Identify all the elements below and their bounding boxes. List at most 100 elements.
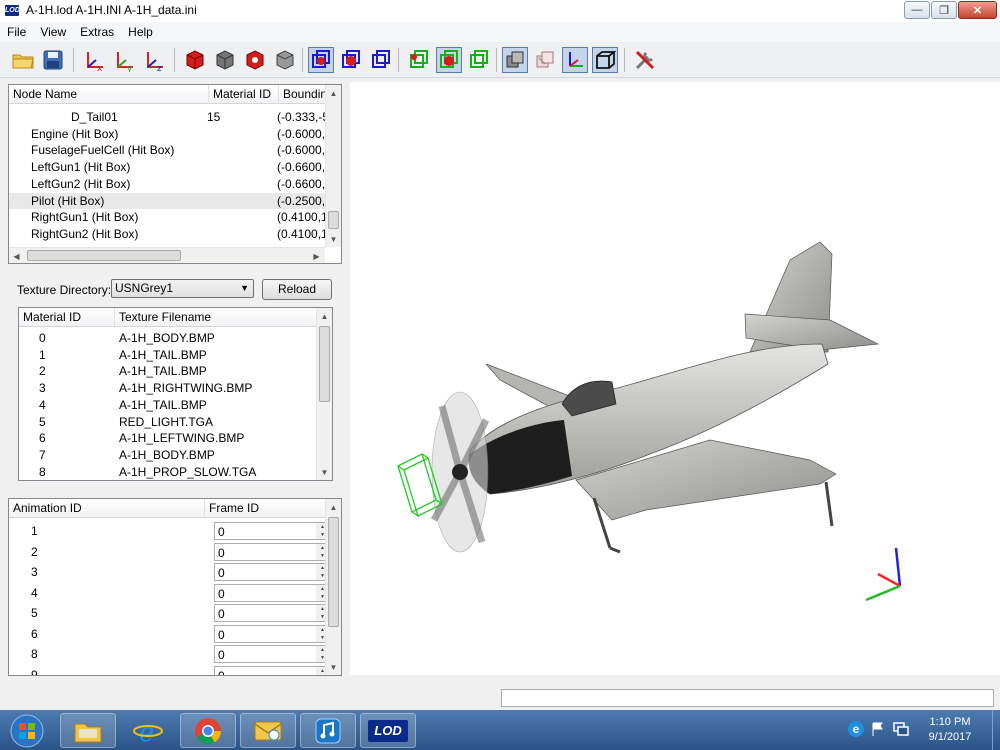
animation-table: Animation ID Frame ID 1 0 ▲ ▼ 2 0 ▲ ▼ 3 0 ▲ ▼ 4 0 ▲ ▼ 5 0… <box>8 498 342 676</box>
col-material-id[interactable]: Material ID <box>209 85 279 104</box>
col-material-id[interactable]: Material ID <box>19 308 115 327</box>
rotate-z-icon[interactable]: z <box>142 47 168 73</box>
render-lit-red-icon[interactable] <box>242 47 268 73</box>
table-row[interactable]: Engine (Hit Box) (-0.6000,2 <box>9 126 325 142</box>
table-row[interactable]: 2 A-1H_TAIL.BMP <box>19 363 317 379</box>
table-row[interactable]: 1 A-1H_TAIL.BMP <box>19 347 317 363</box>
table-row[interactable]: RightGun1 (Hit Box) (0.4100,1. <box>9 209 325 225</box>
table-row[interactable]: RightGun2 (Hit Box) (0.4100,1. <box>9 226 325 242</box>
frame-id-value: 0 <box>218 545 225 560</box>
axis-gizmo <box>865 547 902 602</box>
rotate-x-icon[interactable]: x <box>82 47 108 73</box>
table-row[interactable]: LeftGun1 (Hit Box) (-0.6600,1 <box>9 159 325 175</box>
table-row[interactable]: D_Tail01 15 (-0.333,-5 <box>9 109 325 125</box>
animation-table-vscroll[interactable]: ▲ ▼ <box>325 499 341 675</box>
animation-id-cell: 3 <box>31 565 38 579</box>
reload-button[interactable]: Reload <box>262 279 332 300</box>
render-solid-red-icon[interactable] <box>182 47 208 73</box>
show-desktop-button[interactable] <box>992 710 1000 750</box>
table-row: 9 0▲▼ <box>9 665 330 675</box>
rotate-y-icon[interactable]: y <box>112 47 138 73</box>
bbox-green-outline-icon[interactable] <box>466 47 492 73</box>
col-bounding[interactable]: Bounding <box>279 85 327 104</box>
frame-id-stepper[interactable]: 0▲▼ <box>214 522 330 540</box>
bbox-blue-outline-icon[interactable] <box>368 47 394 73</box>
bbox-red-blue-icon[interactable] <box>338 47 364 73</box>
file-explorer-icon[interactable] <box>60 713 116 748</box>
start-orb-icon[interactable] <box>2 713 52 748</box>
col-texture-filename[interactable]: Texture Filename <box>115 308 317 327</box>
bbox-blue-icon[interactable] <box>308 47 334 73</box>
texture-directory-label: Texture Directory: <box>17 283 112 297</box>
material-id-cell: 4 <box>39 397 46 412</box>
table-row: 6 0 ▲ ▼ <box>9 624 330 644</box>
window-title: A-1H.lod A-1H.INI A-1H_data.ini <box>26 3 197 17</box>
bounding-cell: (-0.6600,1 <box>277 176 325 191</box>
node-name-cell: RightGun2 (Hit Box) <box>31 226 139 241</box>
frame-id-stepper[interactable]: 0▲▼ <box>214 624 330 643</box>
clock-date: 9/1/2017 <box>928 731 972 743</box>
maximize-button[interactable]: ❐ <box>931 1 957 19</box>
table-row[interactable]: LeftGun2 (Hit Box) (-0.6600,1 <box>9 176 325 192</box>
render-solid-gray-icon[interactable] <box>212 47 238 73</box>
menu-view[interactable]: View <box>33 22 73 42</box>
menu-extras[interactable]: Extras <box>73 22 121 42</box>
node-table-hscroll[interactable]: ◀ ▶ <box>9 247 325 263</box>
menu-help[interactable]: Help <box>121 22 160 42</box>
table-row: 5 0 ▲ ▼ <box>9 604 330 623</box>
frame-id-stepper[interactable]: 0▲▼ <box>214 645 330 663</box>
table-row[interactable]: FuselageFuelCell (Hit Box) (-0.6000,- <box>9 142 325 158</box>
bounding-cell: (-0.6600,1 <box>277 160 325 175</box>
tools-icon[interactable] <box>632 47 658 73</box>
minimize-button[interactable]: — <box>904 1 930 19</box>
table-row[interactable]: 3 A-1H_RIGHTWING.BMP <box>19 380 317 396</box>
table-row[interactable]: 4 A-1H_TAIL.BMP <box>19 397 317 413</box>
material-id-cell <box>207 126 277 142</box>
render-lit-gray-icon[interactable] <box>272 47 298 73</box>
frame-id-value: 0 <box>218 607 225 621</box>
table-row[interactable]: Pilot (Hit Box) (-0.2500,4 <box>9 192 325 209</box>
axes-icon[interactable] <box>562 47 588 73</box>
material-id-cell: 5 <box>39 414 46 429</box>
system-clock[interactable]: 1:10 PM 9/1/2017 <box>920 716 980 743</box>
outlook-icon[interactable] <box>240 713 296 748</box>
close-button[interactable]: ✕ <box>958 1 997 19</box>
frame-id-stepper[interactable]: 0▲▼ <box>214 604 330 622</box>
col-frame-id[interactable]: Frame ID <box>205 499 327 518</box>
table-row[interactable]: 6 A-1H_LEFTWING.BMP <box>19 430 317 446</box>
view-shaded-icon[interactable] <box>502 47 528 73</box>
col-node-name[interactable]: Node Name <box>9 85 209 104</box>
save-icon[interactable] <box>40 47 66 73</box>
media-player-icon[interactable] <box>300 713 356 748</box>
texture-filename-cell: A-1H_TAIL.BMP <box>119 347 207 362</box>
network-icon[interactable] <box>892 721 910 737</box>
internet-explorer-icon[interactable]: e <box>120 713 176 748</box>
frame-id-stepper[interactable]: 0▲▼ <box>214 665 330 675</box>
texture-table-vscroll[interactable]: ▲ ▼ <box>316 308 332 480</box>
material-id-cell: 6 <box>39 431 46 446</box>
col-animation-id[interactable]: Animation ID <box>9 499 205 518</box>
frame-id-stepper[interactable]: 0▲▼ <box>214 583 330 602</box>
chrome-icon[interactable] <box>180 713 236 748</box>
table-row[interactable]: 5 RED_LIGHT.TGA <box>19 414 317 430</box>
view-texture-icon[interactable] <box>532 47 558 73</box>
3d-viewport[interactable] <box>350 82 1000 675</box>
action-center-flag-icon[interactable] <box>870 721 886 737</box>
frame-id-stepper[interactable]: 0▲▼ <box>214 542 330 561</box>
table-row[interactable]: 8 A-1H_PROP_SLOW.TGA <box>19 464 317 480</box>
svg-text:z: z <box>157 64 162 72</box>
bbox-red-green-icon[interactable] <box>436 47 462 73</box>
bbox-green-icon[interactable] <box>406 47 432 73</box>
open-folder-icon[interactable] <box>10 47 36 73</box>
table-row[interactable]: 0 A-1H_BODY.BMP <box>19 330 317 346</box>
texture-directory-select[interactable]: USNGrey1 ▼ <box>111 279 254 298</box>
table-row[interactable]: 7 A-1H_BODY.BMP <box>19 447 317 463</box>
material-id-cell: 1 <box>39 347 46 362</box>
node-table-vscroll[interactable]: ▲ ▼ <box>325 85 341 247</box>
cube-wireframe-icon[interactable] <box>592 47 618 73</box>
menu-file[interactable]: File <box>0 22 33 42</box>
frame-id-stepper[interactable]: 0▲▼ <box>214 563 330 581</box>
lod-app-icon[interactable]: LOD <box>360 713 416 748</box>
animation-id-cell: 2 <box>31 544 38 559</box>
edge-tray-icon[interactable]: e <box>848 721 864 737</box>
